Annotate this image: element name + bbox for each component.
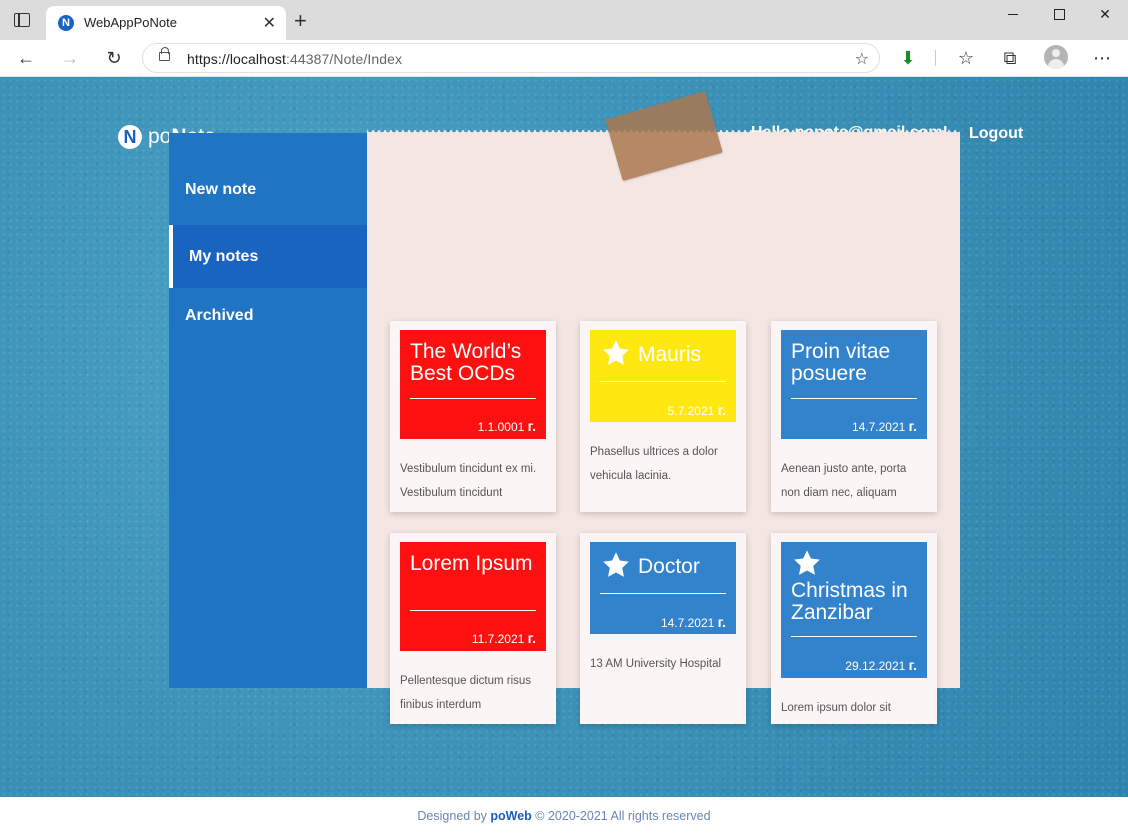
- note-card[interactable]: Lorem Ipsum 11.7.2021 г. Pellentesque dict…: [390, 533, 556, 724]
- note-date: 14.7.2021 г.: [660, 614, 726, 630]
- note-divider: [791, 398, 917, 399]
- note-header: Lorem Ipsum 11.7.2021 г.: [400, 542, 546, 651]
- forward-icon[interactable]: →: [58, 46, 82, 70]
- note-divider: [600, 381, 726, 382]
- star-icon: [792, 548, 822, 578]
- address-bar[interactable]: https://localhost:44387/Note/Index ☆: [142, 43, 880, 73]
- note-divider: [410, 398, 536, 399]
- footer-text: Designed by poWeb © 2020-2021 All rights…: [417, 809, 711, 823]
- sidebar-item-my-notes[interactable]: My notes: [169, 225, 367, 288]
- note-date: 29.12.2021 г.: [845, 657, 917, 673]
- note-card[interactable]: Mauris 5.7.2021 г. Phasellus ultrices a do…: [580, 321, 746, 512]
- note-date: 5.7.2021 г.: [667, 402, 726, 418]
- note-body: Vestibulum tincidunt ex mi. Vestibulum t…: [400, 463, 537, 499]
- logout-link[interactable]: Logout: [969, 125, 1023, 143]
- tab-close-icon[interactable]: ✕: [263, 13, 276, 33]
- footer: Designed by poWeb © 2020-2021 All rights…: [0, 797, 1128, 840]
- maximize-icon[interactable]: [1036, 0, 1082, 28]
- note-header: Mauris 5.7.2021 г.: [590, 330, 736, 422]
- logo-icon: N: [118, 125, 142, 149]
- star-icon: [601, 550, 631, 580]
- profile-avatar[interactable]: [1044, 45, 1068, 69]
- sidebar: New note My notes Archived: [169, 133, 367, 688]
- tab-favicon-icon: N: [58, 15, 74, 31]
- favorites-icon[interactable]: ☆: [954, 46, 978, 70]
- tab-actions-icon[interactable]: [14, 13, 30, 27]
- note-title: Proin vitae posuere: [791, 340, 891, 385]
- note-divider: [410, 610, 536, 611]
- new-tab-icon[interactable]: +: [294, 8, 307, 34]
- note-title: Mauris: [638, 343, 702, 366]
- toolbar-divider: [935, 50, 936, 66]
- note-divider: [600, 593, 726, 594]
- star-icon: [601, 338, 631, 368]
- more-icon[interactable]: ⋯: [1090, 46, 1114, 70]
- note-header: The World’s Best OCDs 1.1.0001 г.: [400, 330, 546, 439]
- note-body: Phasellus ultrices a dolor vehicula laci…: [590, 446, 718, 482]
- browser-tab[interactable]: N WebAppPoNote ✕: [46, 6, 286, 40]
- download-icon[interactable]: ⬇: [896, 46, 920, 70]
- note-card[interactable]: Christmas in Zanzibar 29.12.2021 г. Lorem …: [771, 533, 937, 724]
- note-title: The World’s Best OCDs: [410, 340, 522, 385]
- url-text[interactable]: https://localhost:44387/Note/Index: [187, 51, 402, 67]
- tab-title: WebAppPoNote: [84, 15, 177, 30]
- note-body: Aenean justo ante, porta non diam nec, a…: [781, 463, 907, 499]
- collections-icon[interactable]: ⧉: [998, 46, 1022, 70]
- note-header: Christmas in Zanzibar 29.12.2021 г.: [781, 542, 927, 678]
- note-date: 11.7.2021 г.: [471, 630, 536, 646]
- note-card[interactable]: Proin vitae posuere 14.7.2021 г. Aenean ju…: [771, 321, 937, 512]
- note-header: Doctor 14.7.2021 г.: [590, 542, 736, 634]
- note-title: Christmas in Zanzibar: [791, 579, 908, 624]
- note-body: Pellentesque dictum risus finibus interd…: [400, 675, 532, 711]
- note-date: 1.1.0001 г.: [477, 418, 536, 434]
- back-icon[interactable]: ←: [14, 46, 38, 70]
- lock-icon[interactable]: [159, 47, 170, 61]
- note-title: Lorem Ipsum: [410, 552, 533, 575]
- note-body: 13 AM University Hospital: [590, 658, 722, 670]
- note-card[interactable]: The World’s Best OCDs 1.1.0001 г. Vestibul…: [390, 321, 556, 512]
- note-body: Lorem ipsum dolor sit: [781, 702, 891, 714]
- note-date: 14.7.2021 г.: [851, 418, 917, 434]
- browser-title-bar: N WebAppPoNote ✕ + ✕: [0, 0, 1128, 40]
- note-title: Doctor: [638, 555, 700, 578]
- note-divider: [791, 636, 917, 637]
- browser-toolbar: ← → ↻ https://localhost:44387/Note/Index…: [0, 40, 1128, 77]
- refresh-icon[interactable]: ↻: [102, 46, 126, 70]
- sidebar-item-new-note[interactable]: New note: [169, 158, 367, 221]
- sidebar-item-archived[interactable]: Archived: [169, 284, 367, 347]
- minimize-icon[interactable]: [990, 0, 1036, 28]
- close-window-icon[interactable]: ✕: [1082, 0, 1128, 28]
- note-card[interactable]: Doctor 14.7.2021 г. 13 AM University Hospi…: [580, 533, 746, 724]
- note-header: Proin vitae posuere 14.7.2021 г.: [781, 330, 927, 439]
- add-favorite-icon[interactable]: ☆: [855, 49, 869, 69]
